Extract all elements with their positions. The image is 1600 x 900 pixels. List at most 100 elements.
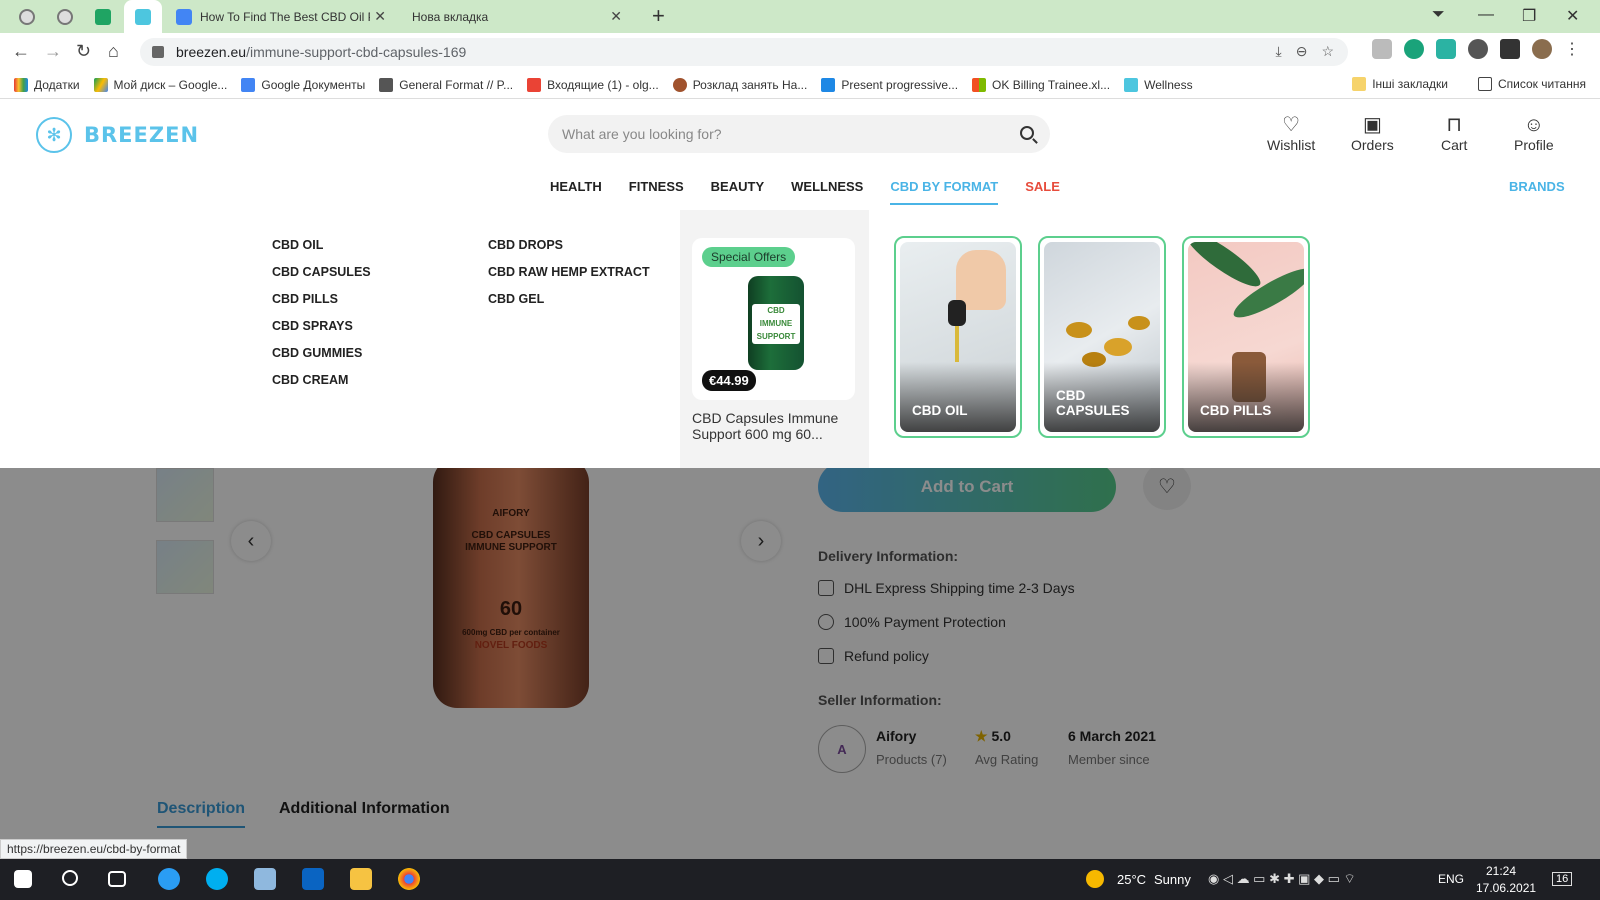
cart-button[interactable]: ⊓ Cart: [1441, 113, 1467, 153]
install-icon[interactable]: ⤓: [1276, 43, 1282, 60]
bookmark-general-format[interactable]: General Format // P...: [379, 77, 513, 92]
home-icon[interactable]: ⌂: [108, 41, 119, 62]
wishlist-button[interactable]: ♡ Wishlist: [1267, 113, 1315, 153]
bookmark-ok-billing[interactable]: OK Billing Trainee.xl...: [972, 77, 1110, 92]
capsule-shape: [1066, 322, 1092, 338]
clock-time[interactable]: 21:24: [1486, 864, 1516, 878]
nav-brands[interactable]: BRANDS: [1509, 179, 1565, 194]
close-window-icon[interactable]: ✕: [1566, 6, 1579, 26]
menu-item-cbd-cream[interactable]: CBD CREAM: [272, 373, 371, 400]
format-card-cbd-pills[interactable]: CBD PILLS: [1182, 236, 1310, 438]
desktop-app-icon[interactable]: [254, 868, 276, 890]
bookmark-label: Список читання: [1497, 77, 1586, 91]
menu-item-cbd-drops[interactable]: CBD DROPS: [488, 238, 650, 265]
grammarly-extension-icon[interactable]: [1404, 39, 1424, 59]
weather-text[interactable]: Sunny: [1154, 872, 1191, 887]
nav-wellness[interactable]: WELLNESS: [791, 179, 863, 205]
zoom-icon[interactable]: ⊖: [1296, 43, 1308, 60]
menu-item-cbd-oil[interactable]: CBD OIL: [272, 238, 371, 265]
reading-list[interactable]: Список читання: [1477, 77, 1586, 91]
bookmark-present-progressive[interactable]: Present progressive...: [821, 77, 958, 92]
office-icon: [972, 77, 987, 92]
profile-button[interactable]: ☺ Profile: [1514, 113, 1554, 153]
menu-item-cbd-gummies[interactable]: CBD GUMMIES: [272, 346, 371, 373]
special-offer-card[interactable]: Special Offers CBD IMMUNE SUPPORT €44.99: [692, 238, 855, 400]
weather-temp[interactable]: 25°C: [1117, 872, 1146, 887]
skype-icon[interactable]: [206, 868, 228, 890]
clock-date[interactable]: 17.06.2021: [1476, 881, 1536, 895]
capsule-shape: [1128, 316, 1150, 330]
nav-sale[interactable]: SALE: [1025, 179, 1060, 205]
close-tab-icon[interactable]: ✕: [610, 8, 622, 25]
bookmark-apps[interactable]: Додатки: [14, 77, 80, 92]
nav-beauty[interactable]: BEAUTY: [711, 179, 764, 205]
sun-icon: [1086, 870, 1104, 888]
bookmark-docs[interactable]: Google Документы: [241, 77, 366, 92]
pinned-tab[interactable]: [8, 0, 46, 33]
bookmark-wellness[interactable]: Wellness: [1124, 77, 1193, 92]
menu-item-cbd-sprays[interactable]: CBD SPRAYS: [272, 319, 371, 346]
orders-button[interactable]: ▣ Orders: [1351, 113, 1394, 153]
tab-search-icon[interactable]: ⏷: [1432, 6, 1445, 24]
nav-health[interactable]: HEALTH: [550, 179, 602, 205]
format-card-image: CBD OIL: [900, 242, 1016, 432]
file-explorer-icon[interactable]: [350, 868, 372, 890]
mega-menu-column: CBD OIL CBD CAPSULES CBD PILLS CBD SPRAY…: [272, 238, 371, 400]
menu-item-cbd-pills[interactable]: CBD PILLS: [272, 292, 371, 319]
url-field[interactable]: breezen.eu/immune-support-cbd-capsules-1…: [140, 38, 1348, 66]
windows-start-icon[interactable]: [14, 870, 32, 888]
task-view-icon[interactable]: [108, 871, 126, 887]
wishlist-label: Wishlist: [1267, 137, 1316, 153]
extension-icon[interactable]: [1436, 39, 1456, 59]
dropper-cap: [948, 300, 966, 326]
menu-item-cbd-gel[interactable]: CBD GEL: [488, 292, 650, 319]
reload-icon[interactable]: ↻: [76, 41, 91, 62]
shield-extension-icon[interactable]: [1372, 39, 1392, 59]
site-logo[interactable]: ✻ BREEZEN: [36, 117, 199, 153]
format-card-cbd-oil[interactable]: CBD OIL: [894, 236, 1022, 438]
menu-backdrop[interactable]: [0, 468, 1600, 859]
language-indicator[interactable]: ENG: [1438, 872, 1464, 886]
nav-fitness[interactable]: FITNESS: [629, 179, 684, 205]
bookmark-label: Google Документы: [261, 77, 366, 92]
puzzle-extensions-icon[interactable]: [1500, 39, 1520, 59]
heart-icon: ♡: [1282, 114, 1301, 136]
bookmark-label: Входящие (1) - olg...: [547, 77, 659, 92]
tray-icons[interactable]: ◉ ◁ ☁ ▭ ✱ ✚ ▣ ◆ ▭ ⌔: [1208, 871, 1356, 887]
new-tab-button[interactable]: +: [652, 4, 665, 28]
tab-cbd-article[interactable]: How To Find The Best CBD Oil Pr ✕: [166, 0, 396, 33]
chrome-icon[interactable]: [398, 868, 420, 890]
leaf-extension-icon[interactable]: [1468, 39, 1488, 59]
close-tab-icon[interactable]: ✕: [374, 8, 386, 25]
jar-label: CBD IMMUNE SUPPORT: [752, 304, 800, 344]
bookmark-gmail[interactable]: Входящие (1) - olg...: [527, 77, 659, 92]
search-icon[interactable]: [62, 870, 78, 886]
tab-new[interactable]: Нова вкладка ✕: [398, 0, 632, 33]
bookmark-star-icon[interactable]: ☆: [1321, 43, 1334, 60]
avatar[interactable]: [1532, 39, 1552, 59]
menu-kebab-icon[interactable]: ⋮: [1564, 39, 1580, 59]
back-icon[interactable]: ←: [12, 41, 30, 62]
bookmark-drive[interactable]: Мой диск – Google...: [93, 77, 227, 92]
pinned-tab[interactable]: [84, 0, 122, 33]
bookmark-label: Додатки: [34, 77, 80, 92]
format-card-cbd-capsules[interactable]: CBD CAPSULES: [1038, 236, 1166, 438]
search-input[interactable]: [548, 115, 988, 153]
pinned-tab-active[interactable]: [124, 0, 162, 33]
nav-cbd-by-format[interactable]: CBD BY FORMAT: [890, 179, 999, 205]
pinned-tab[interactable]: [46, 0, 84, 33]
special-offer-name[interactable]: CBD Capsules Immune Support 600 mg 60...: [692, 410, 862, 442]
forward-icon[interactable]: →: [44, 41, 62, 62]
edge-icon[interactable]: [158, 868, 180, 890]
menu-item-cbd-raw-hemp-extract[interactable]: CBD RAW HEMP EXTRACT: [488, 265, 650, 292]
notification-count[interactable]: 16: [1552, 872, 1573, 886]
bookmark-schedule[interactable]: Розклад занять На...: [672, 77, 807, 92]
restore-icon[interactable]: ❐: [1522, 6, 1536, 26]
menu-item-cbd-capsules[interactable]: CBD CAPSULES: [272, 265, 371, 292]
outlook-icon[interactable]: [302, 868, 324, 890]
price-badge: €44.99: [702, 370, 756, 391]
other-bookmarks[interactable]: Інші закладки: [1352, 77, 1448, 91]
fe-icon: [821, 77, 836, 92]
minimize-icon[interactable]: —: [1478, 6, 1494, 24]
search-icon[interactable]: [1020, 126, 1034, 140]
